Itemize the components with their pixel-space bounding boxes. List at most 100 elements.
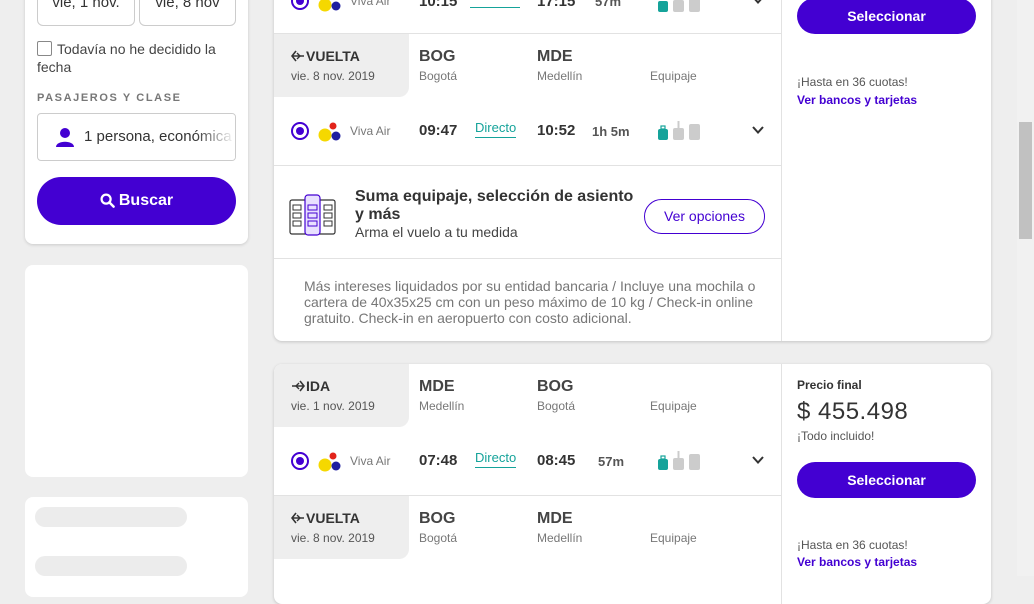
installments-text: ¡Hasta en 36 cuotas! <box>797 538 908 552</box>
origin-city: Medellín <box>419 399 465 413</box>
departure-date-field[interactable]: vie, 1 nov. <box>37 0 135 26</box>
destination-city: Bogotá <box>537 399 576 413</box>
price-value: $ 455.498 <box>797 398 909 425</box>
origin-code: MDE <box>419 378 455 395</box>
flight-option-radio[interactable] <box>291 452 309 470</box>
destination-code: MDE <box>537 510 573 527</box>
divider <box>274 258 781 259</box>
leg-date: vie. 1 nov. 2019 <box>291 399 375 413</box>
passengers-class-label: PASAJEROS Y CLASE <box>37 92 182 104</box>
banks-cards-link[interactable]: Ver bancos y tarjetas <box>797 555 917 569</box>
origin-code: BOG <box>419 510 456 527</box>
leg-title-text: VUELTA <box>306 48 360 64</box>
undecided-date-label: Todavía no he decidido la fecha <box>37 41 216 75</box>
leg-date: vie. 8 nov. 2019 <box>291 531 375 545</box>
arrival-time: 08:45 <box>537 452 576 469</box>
departure-time: 10:15 <box>419 0 458 10</box>
price-column: Seleccionar ¡Hasta en 36 cuotas! Ver ban… <box>781 0 991 341</box>
flight-itinerary: Viva Air 10:15 17:15 57m VUELTA vie. 8 n… <box>274 0 781 341</box>
upsell-subtitle: Arma el vuelo a tu medida <box>355 224 518 240</box>
chevron-down-icon[interactable] <box>751 123 765 137</box>
departure-date-value: vie, 1 nov. <box>52 0 120 11</box>
fare-conditions-note: Más intereses liquidados por su entidad … <box>304 278 756 326</box>
chevron-down-icon[interactable] <box>751 453 765 467</box>
baggage-icon <box>658 451 700 470</box>
price-included-text: ¡Todo incluido! <box>797 429 875 443</box>
plane-icon <box>290 50 304 62</box>
baggage-label: Equipaje <box>650 531 697 545</box>
seat-map-icon <box>289 194 336 236</box>
origin-city: Bogotá <box>419 531 458 545</box>
arrival-time: 10:52 <box>537 122 576 139</box>
price-label: Precio final <box>797 378 862 392</box>
departure-time: 07:48 <box>419 452 458 469</box>
origin-city: Bogotá <box>419 69 458 83</box>
leg-title: VUELTA <box>290 48 360 64</box>
viva-air-logo-icon <box>318 0 341 12</box>
flight-result-card: IDA vie. 1 nov. 2019 MDE Medellín BOG Bo… <box>274 364 991 604</box>
destination-city: Medellín <box>537 69 583 83</box>
flight-duration: 1h 5m <box>592 124 630 139</box>
undecided-date-option[interactable]: Todavía no he decidido la fecha <box>37 40 237 76</box>
select-flight-button[interactable]: Seleccionar <box>797 462 976 498</box>
leg-title: VUELTA <box>290 510 360 526</box>
origin-code: BOG <box>419 48 456 65</box>
search-button-label: Buscar <box>118 192 174 209</box>
flight-itinerary: IDA vie. 1 nov. 2019 MDE Medellín BOG Bo… <box>274 364 781 604</box>
chevron-down-icon[interactable] <box>751 0 765 7</box>
upsell-title: Suma equipaje, selección de asiento y má… <box>355 188 634 223</box>
leg-tag-vuelta: VUELTA vie. 8 nov. 2019 <box>274 34 409 97</box>
view-options-button[interactable]: Ver opciones <box>644 199 765 234</box>
baggage-icon <box>658 121 700 140</box>
upsell-section: Suma equipaje, selección de asiento y má… <box>274 166 781 258</box>
leg-title: IDA <box>291 378 330 394</box>
search-button[interactable]: Buscar <box>37 177 236 225</box>
plane-icon <box>292 380 306 392</box>
input-fade <box>195 114 235 160</box>
viva-air-logo-icon <box>318 452 341 472</box>
skeleton-line <box>35 556 187 576</box>
flight-duration: 57m <box>595 0 622 9</box>
return-date-field[interactable]: vie, 8 nov <box>139 0 236 26</box>
viva-air-logo-icon <box>318 122 341 142</box>
search-icon <box>100 193 115 208</box>
flight-duration: 57m <box>598 454 625 469</box>
flight-result-card: Viva Air 10:15 17:15 57m VUELTA vie. 8 n… <box>274 0 991 341</box>
sidebar-placeholder-card <box>25 265 248 477</box>
airline-name: Viva Air <box>350 124 391 138</box>
flight-option-radio[interactable] <box>291 122 309 140</box>
passengers-class-input[interactable]: 1 persona, económica <box>37 113 236 161</box>
leg-tag-ida: IDA vie. 1 nov. 2019 <box>274 364 409 427</box>
person-icon <box>56 128 74 147</box>
scrollbar-thumb[interactable] <box>1019 122 1032 239</box>
destination-code: MDE <box>537 48 573 65</box>
select-flight-button[interactable]: Seleccionar <box>797 0 976 34</box>
flight-option-radio[interactable] <box>291 0 309 10</box>
departure-time: 09:47 <box>419 122 458 139</box>
leg-tag-vuelta: VUELTA vie. 8 nov. 2019 <box>274 496 409 559</box>
direct-flight-label: Directo <box>475 450 517 468</box>
scrollbar-track[interactable] <box>1017 0 1034 576</box>
skeleton-line <box>35 507 187 527</box>
return-date-value: vie, 8 nov <box>155 0 220 11</box>
installments-text: ¡Hasta en 36 cuotas! <box>797 75 908 89</box>
arrival-time: 17:15 <box>537 0 576 10</box>
destination-city: Medellín <box>537 531 583 545</box>
search-panel: vie, 1 nov. vie, 8 nov Todavía no he dec… <box>25 0 248 244</box>
leg-title-text: VUELTA <box>306 510 360 526</box>
baggage-label: Equipaje <box>650 69 697 83</box>
leg-title-text: IDA <box>306 378 331 394</box>
leg-date: vie. 8 nov. 2019 <box>291 69 375 83</box>
airline-name: Viva Air <box>350 0 391 8</box>
banks-cards-link[interactable]: Ver bancos y tarjetas <box>797 93 917 107</box>
sidebar-loading-card <box>25 497 248 597</box>
plane-icon <box>290 512 304 524</box>
undecided-date-checkbox[interactable] <box>37 41 52 56</box>
baggage-label: Equipaje <box>650 399 697 413</box>
baggage-icon <box>658 0 700 12</box>
price-column: Precio final $ 455.498 ¡Todo incluido! S… <box>781 364 991 604</box>
airline-name: Viva Air <box>350 454 391 468</box>
direct-underline <box>470 7 520 8</box>
destination-code: BOG <box>537 378 574 395</box>
direct-flight-label: Directo <box>475 120 517 138</box>
